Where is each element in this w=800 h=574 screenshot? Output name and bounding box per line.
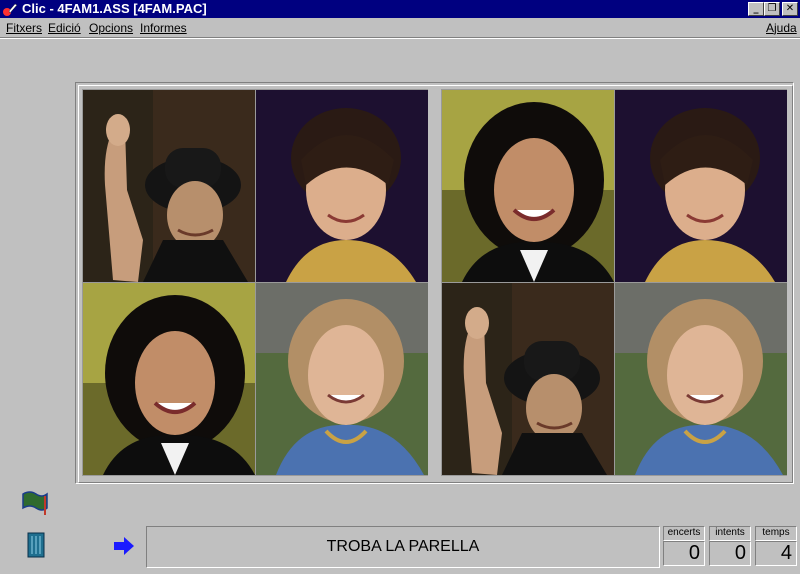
counter-encerts: encerts 0	[663, 526, 705, 566]
menu-divider-highlight	[0, 38, 800, 39]
flag-icon[interactable]	[20, 488, 50, 516]
title-bar: Clic - 4FAM1.ASS [4FAM.PAC] _ ❐ ✕	[0, 0, 800, 18]
app-icon[interactable]	[2, 1, 18, 17]
card-grid-left	[82, 89, 428, 476]
door-icon[interactable]	[26, 532, 46, 558]
close-button[interactable]: ✕	[782, 2, 798, 16]
arrow-right-icon[interactable]	[113, 536, 135, 556]
card-woman-dark-hair-smiling[interactable]	[442, 90, 614, 282]
counter-label: intents	[715, 527, 745, 538]
card-grid-right	[441, 89, 787, 476]
menu-edicio[interactable]: Edició	[48, 21, 81, 35]
menu-informes[interactable]: Informes	[140, 21, 187, 35]
restore-button[interactable]: ❐	[764, 2, 780, 16]
counter-value: 0	[663, 541, 705, 566]
card-woman-waving-black-hat[interactable]	[442, 283, 614, 475]
menu-fitxers[interactable]: Fitxers	[6, 21, 42, 35]
window-title: Clic - 4FAM1.ASS [4FAM.PAC]	[22, 1, 207, 16]
status-message: TROBA LA PARELLA	[326, 538, 480, 555]
menu-opcions[interactable]: Opcions	[89, 21, 133, 35]
counter-label: temps	[762, 527, 790, 538]
card-woman-short-brown-hair[interactable]	[256, 90, 428, 282]
card-woman-light-hair-blue-jacket[interactable]	[256, 283, 428, 475]
counter-intents: intents 0	[709, 526, 751, 566]
message-box: TROBA LA PARELLA	[146, 526, 660, 568]
menu-ajuda[interactable]: Ajuda	[766, 21, 797, 35]
card-woman-dark-hair-smiling[interactable]	[83, 283, 255, 475]
card-woman-light-hair-blue-jacket[interactable]	[615, 283, 787, 475]
counter-value: 4	[755, 541, 797, 566]
card-woman-short-brown-hair[interactable]	[615, 90, 787, 282]
counter-value: 0	[709, 541, 751, 566]
menu-bar: Fitxers Edició Opcions Informes Ajuda	[0, 18, 800, 37]
counter-temps: temps 4	[755, 526, 797, 566]
minimize-button[interactable]: _	[748, 2, 764, 16]
card-woman-waving-black-hat[interactable]	[83, 90, 255, 282]
counter-label: encerts	[667, 527, 701, 538]
